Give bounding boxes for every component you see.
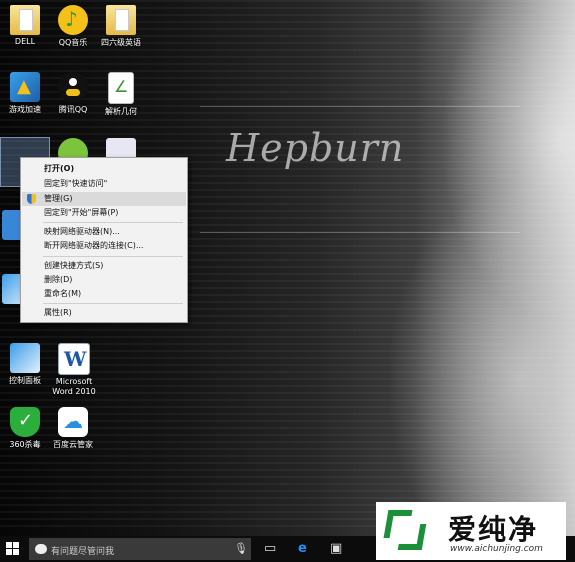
desktop-icon-geometry[interactable]: 解析几何 [96, 72, 146, 117]
menu-item-create-shortcut[interactable]: 创建快捷方式(S) [22, 259, 186, 273]
wallpaper-line [200, 232, 520, 233]
360-antivirus-icon [10, 407, 40, 437]
menu-item-open[interactable]: 打开(O) [22, 162, 186, 176]
edge-icon[interactable]: e [298, 541, 307, 556]
desktop-icon-label: 游戏加速 [9, 105, 41, 114]
menu-item-manage-label: 管理(G) [44, 194, 73, 203]
task-view-icon[interactable]: ▭ [264, 541, 276, 556]
menu-item-pin-quick-access[interactable]: 固定到"快速访问" [22, 177, 186, 191]
desktop-icon-360[interactable]: 360杀毒 [0, 407, 50, 450]
cortana-icon [35, 544, 47, 554]
desktop-icon-word[interactable]: Microsoft Word 2010 [48, 343, 100, 397]
microphone-icon[interactable]: 🎙 [234, 542, 248, 555]
menu-separator [43, 303, 183, 304]
desktop-icon-english[interactable]: 四六级英语 [96, 5, 146, 48]
search-box[interactable]: 有问题尽管问我 🎙 [29, 538, 251, 560]
menu-item-map-drive[interactable]: 映射网络驱动器(N)... [22, 225, 186, 239]
desktop-icon-label: 解析几何 [105, 107, 137, 116]
qq-penguin-icon [58, 72, 88, 102]
brand-watermark: 爱纯净 www.aichunjing.com [376, 502, 566, 560]
folder-icon [10, 5, 40, 35]
desktop: Hepburn DELL QQ音乐 四六级英语 游戏加速 腾讯QQ 解析几何 控… [0, 0, 575, 562]
desktop-icon-label: 腾讯QQ [58, 105, 88, 114]
menu-item-delete[interactable]: 删除(D) [22, 273, 186, 287]
desktop-icon-label: Microsoft Word 2010 [52, 377, 96, 396]
baidu-cloud-icon [58, 407, 88, 437]
desktop-icon-label: DELL [14, 37, 36, 46]
control-panel-icon [10, 343, 40, 373]
menu-item-pin-start[interactable]: 固定到"开始"屏幕(P) [22, 206, 186, 220]
desktop-icon-label: QQ音乐 [58, 38, 88, 47]
desktop-icon-control-panel[interactable]: 控制面板 [0, 343, 50, 386]
desktop-icon-label: 360杀毒 [9, 440, 41, 449]
desktop-icon-label: 百度云管家 [53, 440, 93, 449]
menu-item-manage[interactable]: 管理(G) [22, 192, 186, 206]
desktop-icon-game-accelerator[interactable]: 游戏加速 [0, 72, 50, 115]
desktop-icon-qq-music[interactable]: QQ音乐 [48, 5, 98, 48]
game-accelerator-icon [10, 72, 40, 102]
context-menu: 打开(O) 固定到"快速访问" 管理(G) 固定到"开始"屏幕(P) 映射网络驱… [20, 157, 188, 323]
store-icon[interactable]: ▣ [330, 541, 342, 556]
wallpaper-watermark: Hepburn [226, 126, 405, 170]
menu-item-properties[interactable]: 属性(R) [22, 306, 186, 320]
word-icon [58, 343, 90, 375]
brand-logo-icon [383, 510, 427, 550]
desktop-icon-label: 控制面板 [9, 376, 41, 385]
admin-shield-icon [27, 194, 36, 204]
search-placeholder: 有问题尽管问我 [51, 547, 115, 557]
folder-icon [106, 5, 136, 35]
desktop-icon-qq[interactable]: 腾讯QQ [48, 72, 98, 115]
brand-url: www.aichunjing.com [450, 544, 543, 554]
desktop-icon-label: 四六级英语 [101, 38, 141, 47]
windows-start-icon[interactable] [6, 542, 20, 556]
menu-separator [43, 222, 183, 223]
menu-item-rename[interactable]: 重命名(M) [22, 287, 186, 301]
qq-music-icon [58, 5, 88, 35]
document-icon [108, 72, 134, 104]
brand-name: 爱纯净 [448, 513, 539, 546]
desktop-icon-baidu-cloud[interactable]: 百度云管家 [48, 407, 98, 450]
menu-separator [43, 256, 183, 257]
wallpaper-line [200, 106, 520, 107]
desktop-icon-dell[interactable]: DELL [0, 5, 50, 46]
menu-item-disconnect-drive[interactable]: 断开网络驱动器的连接(C)... [22, 239, 186, 253]
